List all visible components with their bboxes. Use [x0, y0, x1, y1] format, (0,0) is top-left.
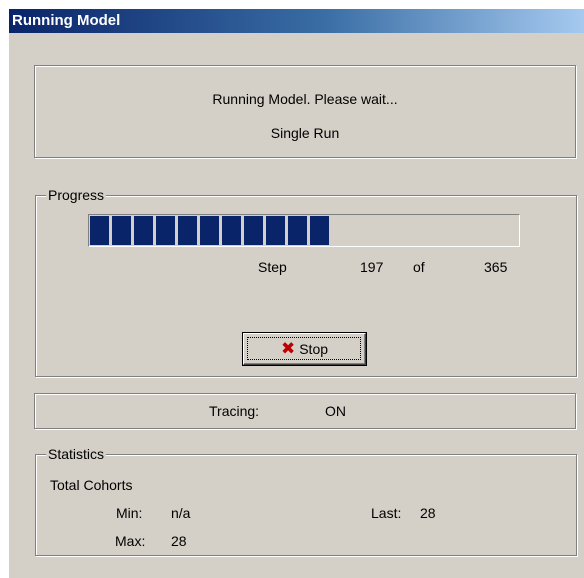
tracing-value: ON: [325, 403, 346, 419]
total-cohorts-label: Total Cohorts: [50, 477, 133, 493]
stop-button[interactable]: ✖ Stop: [243, 333, 366, 365]
current-step-value: 197: [360, 259, 384, 275]
min-label: Min:: [116, 505, 143, 521]
progress-group: Progress Step 197 of 365 ✖ Stop: [35, 187, 577, 377]
last-label: Last:: [371, 505, 402, 521]
title-bar[interactable]: Running Model: [9, 9, 584, 33]
step-label: Step: [258, 259, 287, 275]
max-value: 28: [171, 533, 187, 549]
of-label: of: [413, 259, 425, 275]
max-label: Max:: [115, 533, 146, 549]
run-mode-label: Single Run: [270, 125, 340, 141]
statistics-group: Statistics Total Cohorts Min: n/a Last: …: [35, 446, 577, 556]
last-value: 28: [420, 505, 436, 521]
min-value: n/a: [171, 505, 191, 521]
stop-button-focus-rect: [247, 337, 361, 360]
progress-group-label: Progress: [46, 187, 107, 203]
window-title: Running Model: [12, 12, 121, 29]
tracing-panel: Tracing: ON: [34, 393, 576, 429]
progress-bar: [88, 214, 520, 247]
running-model-dialog: Running Model Running Model. Please wait…: [8, 8, 584, 578]
total-steps-value: 365: [484, 259, 508, 275]
status-message: Running Model. Please wait...: [212, 91, 398, 107]
progress-bar-fill: [90, 216, 329, 245]
status-panel: Running Model. Please wait... Single Run: [34, 65, 576, 158]
statistics-group-label: Statistics: [46, 446, 107, 462]
tracing-label: Tracing:: [209, 403, 260, 419]
